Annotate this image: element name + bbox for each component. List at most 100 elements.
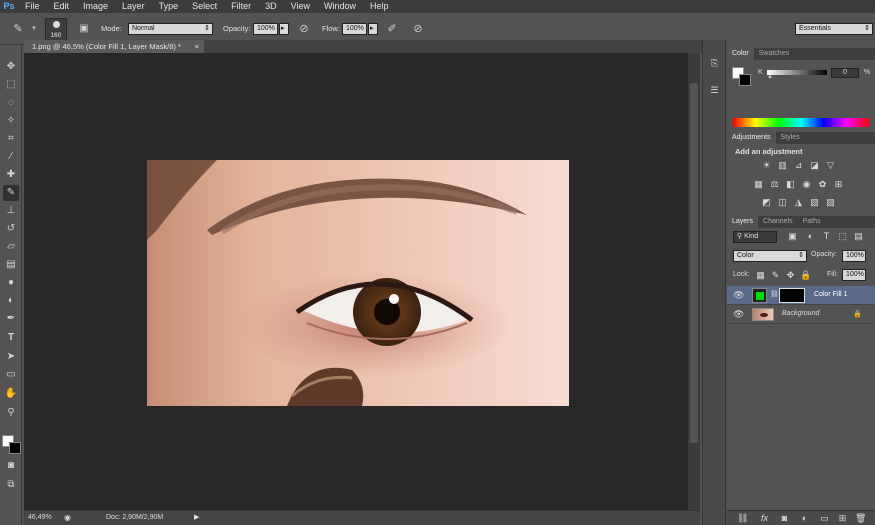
new-adjustment-layer-icon[interactable]: ◐: [799, 513, 810, 524]
zoom-level[interactable]: 46,49%: [28, 511, 52, 525]
marquee-tool-icon[interactable]: ⬚: [3, 77, 19, 93]
menu-3d[interactable]: 3D: [258, 0, 284, 13]
lock-transparent-icon[interactable]: ▦: [755, 270, 766, 281]
color-background-swatch[interactable]: [739, 74, 751, 86]
filter-smart-object-icon[interactable]: ▤: [853, 231, 864, 242]
workspace-select[interactable]: Essentials ⇕: [795, 23, 873, 35]
document-tab[interactable]: 1.png @ 46,5% (Color Fill 1, Layer Mask/…: [24, 40, 204, 53]
close-tab-icon[interactable]: ×: [195, 40, 199, 53]
layer-name[interactable]: Background: [782, 310, 819, 317]
fill-input[interactable]: 100%: [842, 269, 866, 281]
eyedropper-tool-icon[interactable]: ⁄: [3, 149, 19, 165]
flow-slider-toggle[interactable]: ▸: [368, 23, 378, 35]
zoom-tool-icon[interactable]: ⚲: [3, 405, 19, 421]
k-slider[interactable]: [767, 70, 827, 75]
add-mask-icon[interactable]: ◙: [779, 513, 790, 524]
eraser-tool-icon[interactable]: ▱: [3, 239, 19, 255]
filter-type-icon[interactable]: T: [821, 231, 832, 242]
visibility-eye-icon[interactable]: 👁: [733, 290, 744, 301]
threshold-icon[interactable]: ◮: [793, 197, 804, 208]
lock-image-icon[interactable]: ✎: [770, 270, 781, 281]
brush-panel-toggle-icon[interactable]: ▣: [76, 22, 92, 36]
filter-shape-icon[interactable]: ⬚: [837, 231, 848, 242]
link-layers-icon[interactable]: ⛓: [737, 513, 748, 524]
visibility-eye-icon[interactable]: 👁: [733, 309, 744, 320]
new-group-icon[interactable]: ▭: [819, 513, 830, 524]
dodge-tool-icon[interactable]: ◐: [3, 293, 19, 309]
crop-tool-icon[interactable]: ⌗: [3, 131, 19, 147]
hue-saturation-icon[interactable]: ▦: [753, 179, 764, 190]
status-menu-arrow-icon[interactable]: ▶: [194, 511, 199, 525]
healing-brush-tool-icon[interactable]: ✚: [3, 167, 19, 183]
lasso-tool-icon[interactable]: ◌: [3, 95, 19, 111]
filter-pixel-icon[interactable]: ▣: [787, 231, 798, 242]
selective-color-icon[interactable]: ▧: [809, 197, 820, 208]
tablet-pressure-opacity-icon[interactable]: ⊘: [296, 22, 312, 36]
mode-select[interactable]: Normal ⇕: [128, 23, 213, 35]
lock-position-icon[interactable]: ✥: [785, 270, 796, 281]
hand-tool-icon[interactable]: ✋: [3, 386, 19, 402]
menu-type[interactable]: Type: [152, 0, 186, 13]
rectangle-tool-icon[interactable]: ▭: [3, 367, 19, 383]
quick-selection-tool-icon[interactable]: ✧: [3, 113, 19, 129]
blend-mode-select[interactable]: Color ⇕: [733, 250, 807, 262]
chevron-down-icon[interactable]: ▾: [26, 22, 42, 36]
layer-filter-kind[interactable]: ⚲ Kind: [733, 231, 777, 243]
tab-swatches[interactable]: Swatches: [754, 48, 794, 60]
menu-image[interactable]: Image: [76, 0, 115, 13]
menu-filter[interactable]: Filter: [224, 0, 258, 13]
layer-mask-thumbnail[interactable]: [779, 288, 805, 303]
clone-stamp-tool-icon[interactable]: ⊥: [3, 203, 19, 219]
menu-edit[interactable]: Edit: [47, 0, 77, 13]
menu-select[interactable]: Select: [185, 0, 224, 13]
layer-row-background[interactable]: 👁 Background 🔒: [727, 305, 875, 324]
color-lookup-icon[interactable]: ⊞: [833, 179, 844, 190]
background-color-swatch[interactable]: [9, 442, 21, 454]
type-tool-icon[interactable]: T: [3, 330, 19, 346]
airbrush-icon[interactable]: ✐: [384, 22, 400, 36]
opacity-input[interactable]: 100%: [253, 23, 278, 35]
history-panel-icon[interactable]: ⎘: [709, 58, 720, 69]
channel-mixer-icon[interactable]: ✿: [817, 179, 828, 190]
tab-styles[interactable]: Styles: [776, 132, 805, 144]
exposure-icon[interactable]: ◪: [809, 160, 820, 171]
levels-icon[interactable]: ▥: [777, 160, 788, 171]
black-white-icon[interactable]: ◧: [785, 179, 796, 190]
status-info-icon[interactable]: ◉: [64, 511, 71, 525]
vertical-scrollbar[interactable]: [688, 53, 700, 510]
menu-file[interactable]: File: [18, 0, 47, 13]
opacity-slider-toggle[interactable]: ▸: [279, 23, 289, 35]
new-layer-icon[interactable]: ⊞: [837, 513, 848, 524]
chain-link-icon[interactable]: ⛓: [770, 290, 779, 298]
posterize-icon[interactable]: ◫: [777, 197, 788, 208]
menu-help[interactable]: Help: [363, 0, 396, 13]
gradient-map-icon[interactable]: ▨: [825, 197, 836, 208]
pen-tool-icon[interactable]: ✒: [3, 311, 19, 327]
document-image[interactable]: [147, 160, 569, 406]
k-value-input[interactable]: 0: [831, 68, 859, 78]
curves-icon[interactable]: ⊿: [793, 160, 804, 171]
tab-adjustments[interactable]: Adjustments: [727, 132, 776, 144]
menu-view[interactable]: View: [284, 0, 317, 13]
photo-filter-icon[interactable]: ◉: [801, 179, 812, 190]
lock-all-icon[interactable]: 🔒: [800, 270, 811, 281]
menu-window[interactable]: Window: [317, 0, 363, 13]
layer-name[interactable]: Color Fill 1: [814, 291, 847, 298]
brush-tool-icon[interactable]: ✎: [3, 185, 19, 201]
color-balance-icon[interactable]: ⚖: [769, 179, 780, 190]
blur-tool-icon[interactable]: ●: [3, 275, 19, 291]
properties-panel-icon[interactable]: ☰: [709, 85, 720, 96]
quick-mask-icon[interactable]: ◙: [3, 458, 19, 474]
brush-size-picker[interactable]: 160: [45, 18, 67, 42]
tab-color[interactable]: Color: [727, 48, 754, 60]
history-brush-tool-icon[interactable]: ↺: [3, 221, 19, 237]
slider-handle-icon[interactable]: ▲: [767, 74, 773, 80]
gradient-tool-icon[interactable]: ▤: [3, 257, 19, 273]
screen-mode-icon[interactable]: ⧉: [3, 477, 19, 493]
vibrance-icon[interactable]: ▽: [825, 160, 836, 171]
color-spectrum-bar[interactable]: [733, 118, 869, 127]
flow-input[interactable]: 100%: [342, 23, 367, 35]
scrollbar-thumb[interactable]: [690, 83, 698, 443]
tab-paths[interactable]: Paths: [798, 216, 826, 228]
delete-layer-icon[interactable]: 🗑: [855, 513, 866, 524]
